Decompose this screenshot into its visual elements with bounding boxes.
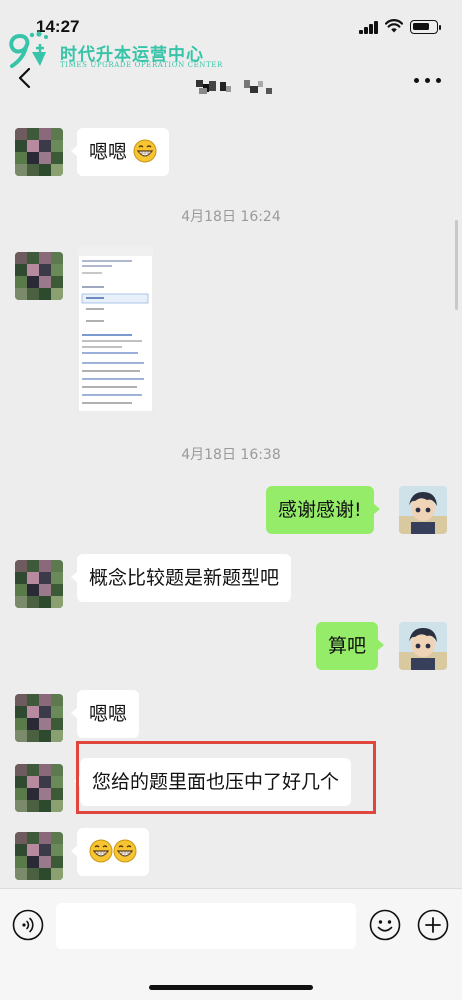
message-input[interactable] (56, 903, 356, 949)
message-bubble[interactable]: 嗯嗯 (70, 690, 140, 738)
chat-title-redacted (196, 80, 272, 94)
signal-icon (359, 21, 379, 34)
message-bubble[interactable] (71, 828, 149, 876)
contact-avatar[interactable] (15, 832, 63, 880)
message-bubble[interactable]: 概念比较题是新题型吧 (70, 554, 292, 602)
grinning-emoji-icon (89, 839, 113, 863)
message-text: 嗯嗯 (89, 703, 128, 725)
battery-icon (410, 20, 441, 34)
grinning-emoji-icon (133, 139, 157, 163)
grinning-emoji-icon (113, 839, 137, 863)
timestamp: 4月18日 16:24 (181, 209, 281, 225)
user-avatar[interactable] (399, 622, 447, 670)
logo-mark-icon (9, 31, 48, 68)
user-avatar[interactable] (399, 486, 447, 534)
contact-avatar[interactable] (15, 560, 63, 608)
input-bar (0, 888, 462, 1000)
contact-avatar[interactable] (15, 764, 63, 812)
image-message-thumbnail[interactable] (78, 246, 153, 412)
message-text: 算吧 (328, 635, 367, 657)
highlight-annotation (76, 741, 376, 814)
contact-avatar[interactable] (15, 128, 63, 176)
message-bubble-sent[interactable]: 算吧 (316, 622, 385, 670)
plus-icon[interactable] (417, 909, 449, 941)
wifi-icon (385, 19, 403, 33)
contact-avatar[interactable] (15, 694, 63, 742)
message-text: 嗯嗯 (89, 141, 128, 163)
emoji-picker-icon[interactable] (369, 909, 401, 941)
more-icon[interactable] (414, 78, 442, 86)
message-bubble-sent[interactable]: 感谢感谢! (266, 486, 380, 534)
message-text: 感谢感谢! (278, 499, 362, 521)
home-indicator (149, 985, 313, 990)
message-bubble[interactable]: 嗯嗯 (70, 128, 170, 176)
watermark-logo: 时代升本运营中心 TIMES UPGRADE OPERATION CENTER (6, 28, 246, 72)
voice-input-icon[interactable] (12, 909, 44, 941)
contact-avatar[interactable] (15, 252, 63, 300)
message-text: 概念比较题是新题型吧 (89, 567, 280, 589)
watermark-subtitle: TIMES UPGRADE OPERATION CENTER (60, 61, 223, 69)
scroll-indicator (455, 220, 458, 310)
timestamp: 4月18日 16:38 (181, 447, 281, 463)
